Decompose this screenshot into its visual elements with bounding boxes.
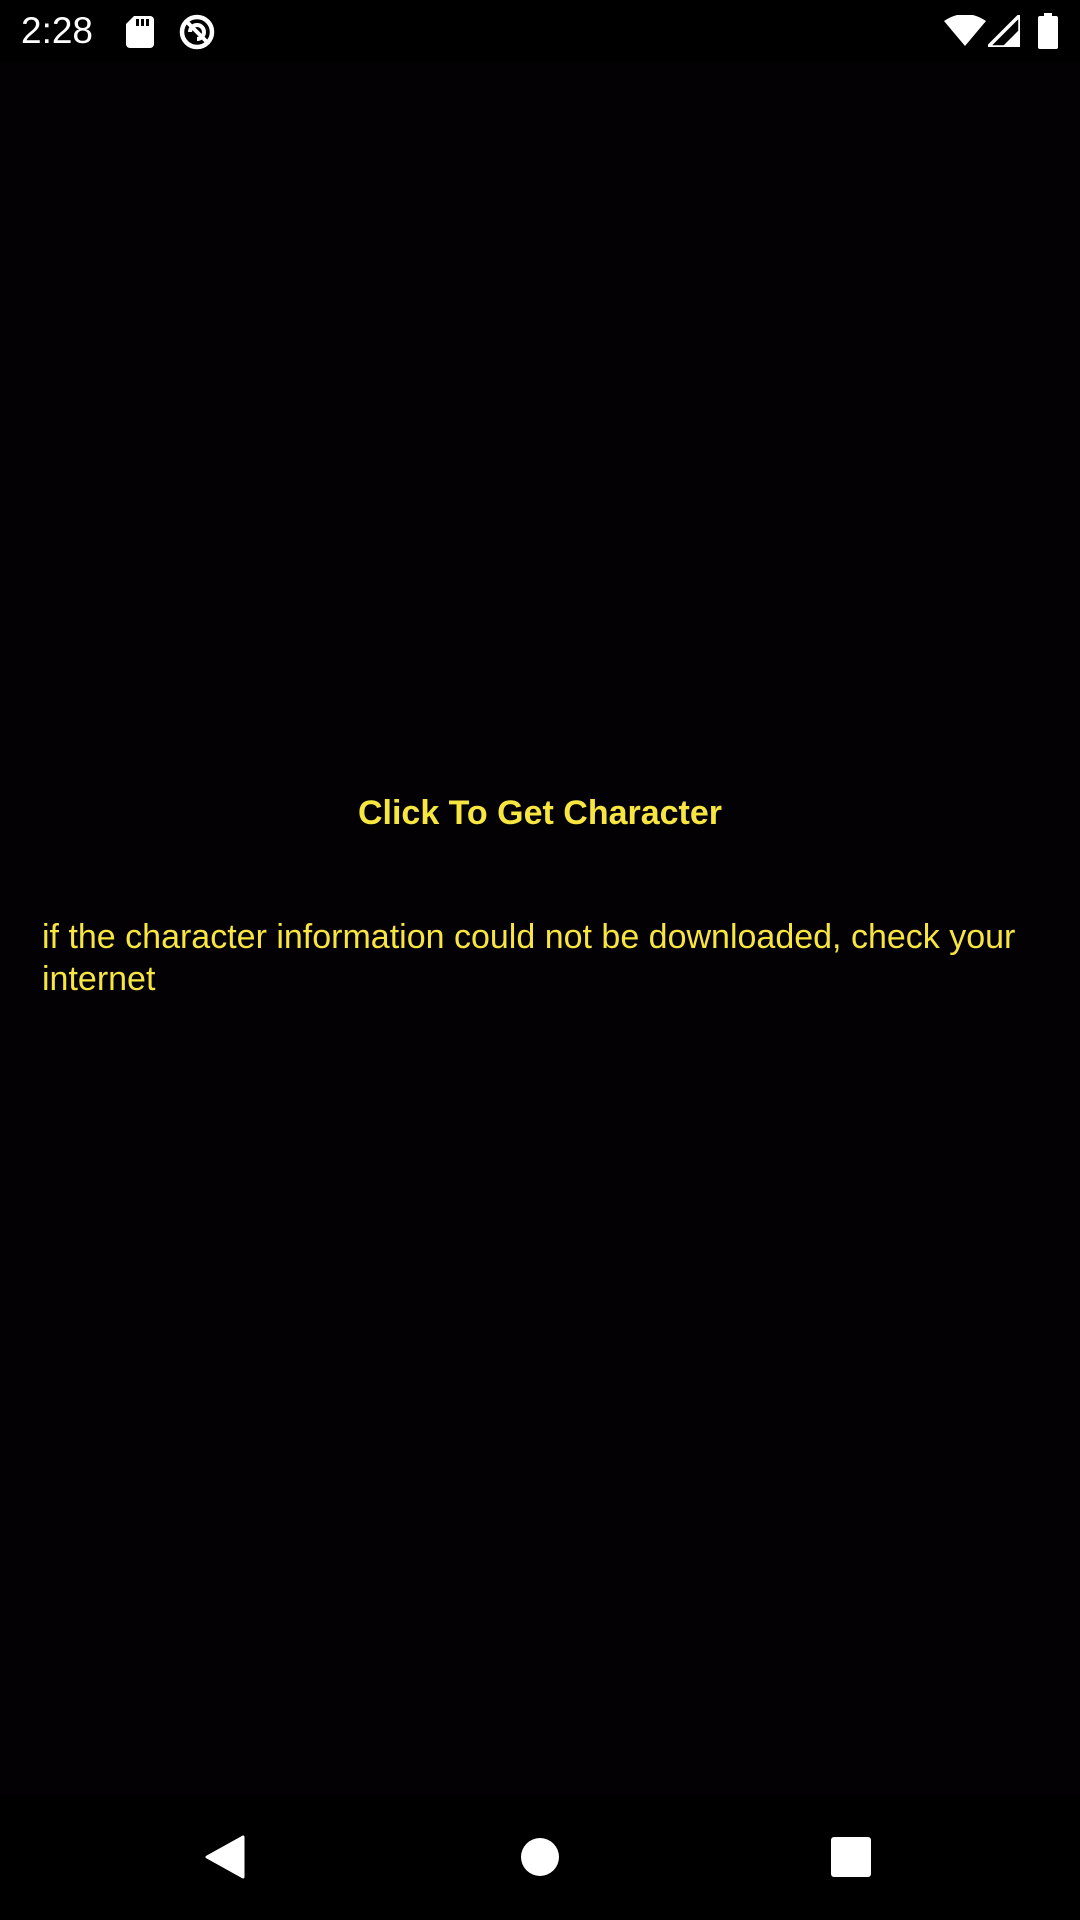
- recents-icon: [831, 1837, 871, 1877]
- get-character-button[interactable]: Click To Get Character: [290, 780, 790, 846]
- app-screen: 2:28 Click To Get Character if the chara…: [0, 0, 1080, 1920]
- no-tracking-icon: [179, 14, 215, 50]
- back-icon: [205, 1835, 245, 1879]
- home-icon: [521, 1838, 559, 1876]
- cell-signal-icon: [988, 15, 1020, 47]
- recents-button[interactable]: [761, 1794, 941, 1920]
- home-button[interactable]: [450, 1794, 630, 1920]
- status-bar: 2:28: [0, 0, 1080, 63]
- battery-icon: [1038, 13, 1058, 49]
- back-button[interactable]: [135, 1794, 315, 1920]
- internet-hint-text: if the character information could not b…: [42, 918, 1016, 998]
- status-time: 2:28: [21, 10, 94, 51]
- sd-card-icon: [126, 16, 154, 48]
- wifi-icon: [944, 15, 986, 46]
- navigation-bar: [0, 1794, 1080, 1920]
